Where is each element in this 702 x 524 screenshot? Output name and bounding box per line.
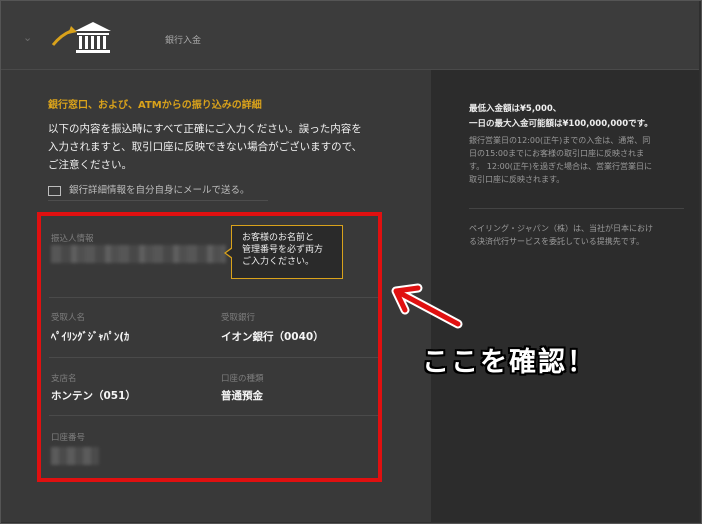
page-title: 銀行入金: [165, 36, 202, 46]
callout-text: ここを確認！: [422, 347, 596, 378]
max-deposit-text: 一日の最大入金可能額は¥100,000,000です。: [469, 119, 653, 129]
company-note: ペイリング・ジャパン（株）は、当社が日本におけ る決済代行サービスを委託している…: [469, 222, 684, 248]
intro-line: 入力されますと、取引口座に反映できない場合がございますので、: [48, 141, 363, 153]
processing-note: 銀行営業日の12:00(正午)までの入金は、通常、同 日の15:00までにお客様…: [469, 134, 684, 186]
min-deposit-text: 最低入金額は¥5,000、: [469, 104, 562, 114]
note-line: す。 12:00(正午)を過ぎた場合は、営業行営業日に: [469, 162, 653, 171]
note-line: 銀行営業日の12:00(正午)までの入金は、通常、同: [469, 136, 651, 145]
sidebar-divider: [469, 208, 684, 209]
email-link-label: 銀行詳細情報を自分自身にメールで送る。: [69, 185, 250, 196]
email-details-link[interactable]: 銀行詳細情報を自分自身にメールで送る。: [48, 182, 250, 196]
intro-line: 以下の内容を振込時にすべて正確にご入力ください。誤った内容を: [48, 123, 362, 135]
highlight-box: [37, 212, 382, 482]
intro-text: 以下の内容を振込時にすべて正確にご入力ください。誤った内容を 入力されますと、取…: [48, 120, 388, 174]
deposit-limits: 最低入金額は¥5,000、 一日の最大入金可能額は¥100,000,000です。: [469, 102, 653, 132]
section-title: 銀行窓口、および、ATMからの振り込みの詳細: [48, 100, 262, 111]
info-sidebar: 最低入金額は¥5,000、 一日の最大入金可能額は¥100,000,000です。…: [431, 70, 699, 522]
bank-deposit-icon: [51, 22, 111, 53]
intro-line: ご注意ください。: [48, 159, 132, 171]
company-line: ペイリング・ジャパン（株）は、当社が日本におけ: [469, 224, 653, 233]
company-line: る決済代行サービスを委託している提携先です。: [469, 237, 644, 246]
divider: [48, 200, 268, 201]
note-line: 取引口座に反映されます。: [469, 175, 565, 184]
chevron-down-icon[interactable]: ⌄: [23, 31, 32, 44]
red-arrow-icon: [391, 283, 463, 329]
header-bar: ⌄ 銀行入金: [1, 1, 699, 70]
envelope-icon: [48, 185, 61, 196]
note-line: 日の15:00までにお客様の取引口座に反映されま: [469, 149, 645, 158]
